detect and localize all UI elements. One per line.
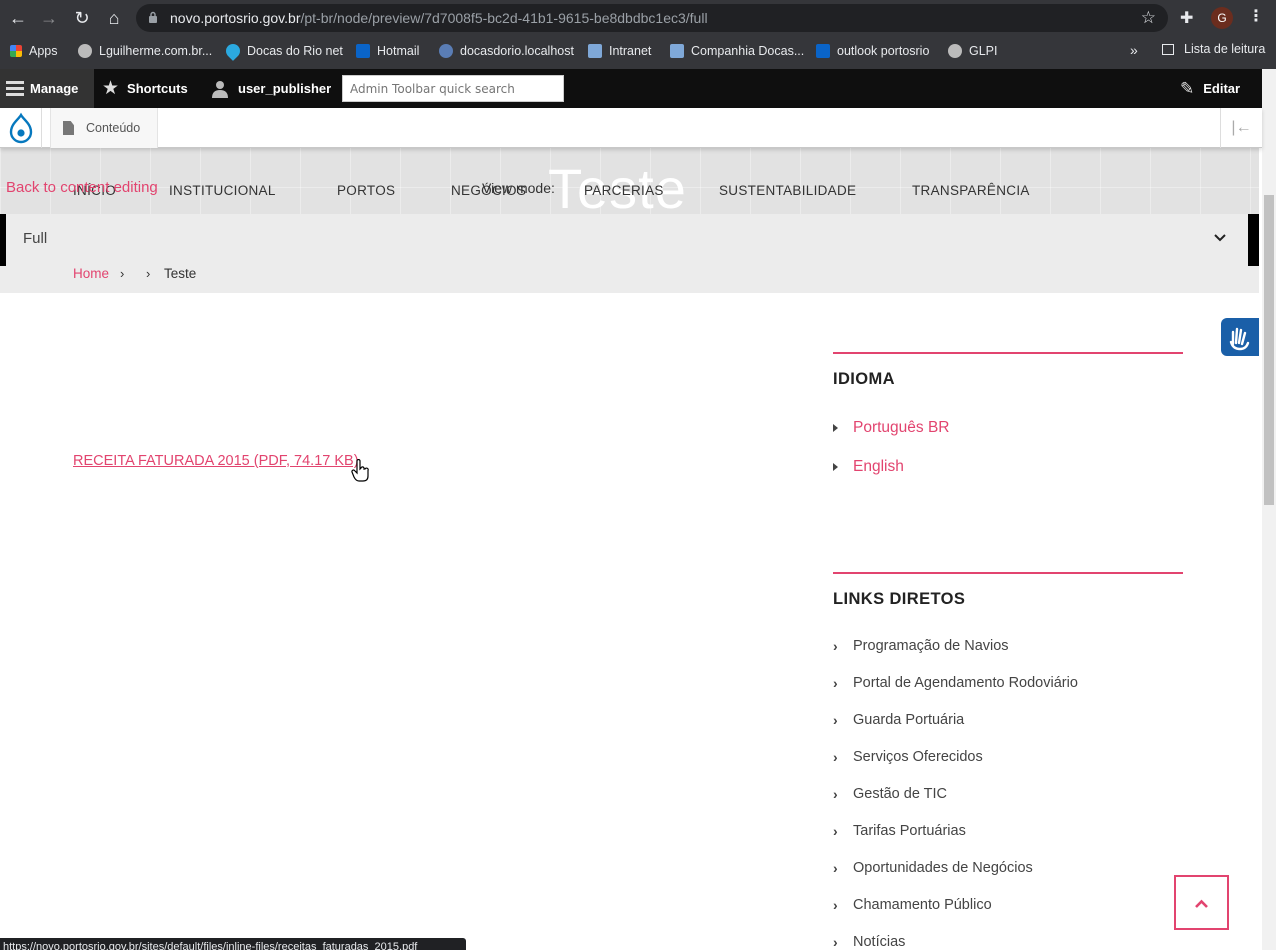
bookmark-docas-net[interactable]: Docas do Rio net [223,41,343,61]
page-hero: Teste [0,148,1259,214]
back-to-top-button[interactable] [1174,875,1229,930]
drupal-logo-icon[interactable] [0,108,42,148]
site-icon [670,44,684,58]
toolbar-tray: Conteúdo |← [0,108,1262,148]
nav-parcerias[interactable]: PARCERIAS [584,183,664,198]
language-portugues[interactable]: Português BR [833,419,950,437]
link-guarda-portuaria[interactable]: › Guarda Portuária [833,712,964,728]
file-download-link[interactable]: RECEITA FATURADA 2015 (PDF, 74.17 KB) [73,453,359,469]
chevron-right-icon: › [833,897,838,913]
bookmarks-bar: Apps Lguilherme.com.br... Docas do Rio n… [0,36,1276,66]
view-mode-value: Full [23,230,48,247]
edit-button[interactable]: ✎ Editar [1180,69,1240,108]
site-icon [439,44,453,58]
drupal-drop-icon [223,41,243,61]
outlook-icon [356,44,370,58]
links-diretos-heading: LINKS DIRETOS [833,590,966,608]
forward-arrow-icon[interactable]: → [39,8,59,28]
bookmark-companhia-docas[interactable]: Companhia Docas... [670,42,804,60]
bookmark-outlook-portosrio[interactable]: outlook portosrio [816,42,929,60]
globe-icon [948,44,962,58]
vlibras-accessibility-button[interactable] [1221,318,1259,356]
nav-portos[interactable]: PORTOS [337,183,395,198]
more-bookmarks-icon[interactable]: » [1130,42,1138,58]
browser-menu-icon[interactable]: ⋮ [1248,6,1264,26]
globe-icon [78,44,92,58]
outlook-icon [816,44,830,58]
hamburger-icon [6,78,24,99]
link-chamamento-publico[interactable]: › Chamamento Público [833,897,992,913]
document-icon [63,121,74,135]
admin-toolbar: Manage ★ Shortcuts user_publisher ✎ Edit… [0,69,1262,108]
nav-sustentabilidade[interactable]: SUSTENTABILIDADE [719,183,856,198]
browser-chrome: ← → ↻ ⌂ novo.portosrio.gov.br/pt-br/node… [0,0,1276,69]
bookmark-intranet[interactable]: Intranet [588,42,651,60]
triangle-right-icon [833,463,838,471]
link-noticias[interactable]: › Notícias [833,934,905,950]
hand-cursor-icon [351,459,369,482]
chevron-right-icon: › [833,786,838,802]
view-mode-label: View mode: [482,180,555,196]
pencil-icon: ✎ [1180,78,1195,98]
address-bar-row: ← → ↻ ⌂ novo.portosrio.gov.br/pt-br/node… [0,0,1276,36]
content-menu-item[interactable]: Conteúdo [50,108,158,148]
chevron-right-icon: › [833,934,838,950]
chevron-up-icon [1195,899,1208,908]
breadcrumb-separator: › [120,266,125,281]
home-icon[interactable]: ⌂ [104,8,124,28]
chevron-down-icon [1214,234,1226,242]
back-to-content-editing-link[interactable]: Back to content editing [6,179,158,196]
shortcuts-button[interactable]: ★ Shortcuts [102,69,188,108]
breadcrumb-home-link[interactable]: Home [73,266,109,281]
bookmark-star-icon[interactable]: ☆ [1141,8,1156,28]
chevron-right-icon: › [833,638,838,654]
bookmark-glpi[interactable]: GLPI [948,42,998,60]
extensions-puzzle-icon[interactable]: ✚ [1180,8,1193,28]
link-gestao-tic[interactable]: › Gestão de TIC [833,786,947,802]
chevron-right-icon: › [833,749,838,765]
breadcrumb-separator: › [146,266,151,281]
reading-list-button[interactable]: Lista de leitura [1162,42,1265,56]
chevron-right-icon: › [833,860,838,876]
bookmark-lguilherme[interactable]: Lguilherme.com.br... [78,42,212,60]
nav-institucional[interactable]: INSTITUCIONAL [169,183,276,198]
star-icon: ★ [102,78,120,99]
back-arrow-icon[interactable]: ← [8,8,28,28]
url-text: novo.portosrio.gov.br/pt-br/node/preview… [170,10,708,26]
sign-language-hands-icon [1229,327,1250,351]
bookmark-docasdorio-localhost[interactable]: docasdorio.localhost [439,42,574,60]
status-bar-url: https://novo.portosrio.gov.br/sites/defa… [0,938,466,950]
link-servicos-oferecidos[interactable]: › Serviços Oferecidos [833,749,983,765]
triangle-right-icon [833,424,838,432]
chevron-right-icon: › [833,823,838,839]
apps-grid-icon [10,45,22,57]
bookmark-hotmail[interactable]: Hotmail [356,42,419,60]
view-mode-select[interactable]: Full [6,214,1248,266]
breadcrumb-current: Teste [164,266,197,281]
sidebar-rule [833,572,1183,574]
nav-transparencia[interactable]: TRANSPARÊNCIA [912,183,1030,198]
sidebar-rule [833,352,1183,354]
link-oportunidades-negocios[interactable]: › Oportunidades de Negócios [833,860,1033,876]
admin-quick-search-input[interactable] [342,75,564,102]
reload-icon[interactable]: ↻ [72,8,92,28]
scrollbar-thumb[interactable] [1264,195,1274,505]
link-portal-agendamento[interactable]: › Portal de Agendamento Rodoviário [833,675,1078,691]
omnibox[interactable]: novo.portosrio.gov.br/pt-br/node/preview… [136,4,1168,32]
language-english[interactable]: English [833,458,904,476]
user-icon [212,80,228,98]
profile-avatar[interactable]: G [1211,7,1233,29]
link-tarifas-portuarias[interactable]: › Tarifas Portuárias [833,823,966,839]
manage-button[interactable]: Manage [0,69,94,108]
lock-icon [149,11,157,23]
idioma-heading: IDIOMA [833,370,895,388]
reading-list-icon [1162,43,1174,55]
site-icon [588,44,602,58]
bookmark-apps[interactable]: Apps [10,42,58,60]
link-programacao-navios[interactable]: › Programação de Navios [833,638,1009,654]
collapse-tray-icon[interactable]: |← [1220,108,1262,148]
user-button[interactable]: user_publisher [211,69,331,108]
chevron-right-icon: › [833,675,838,691]
chevron-right-icon: › [833,712,838,728]
